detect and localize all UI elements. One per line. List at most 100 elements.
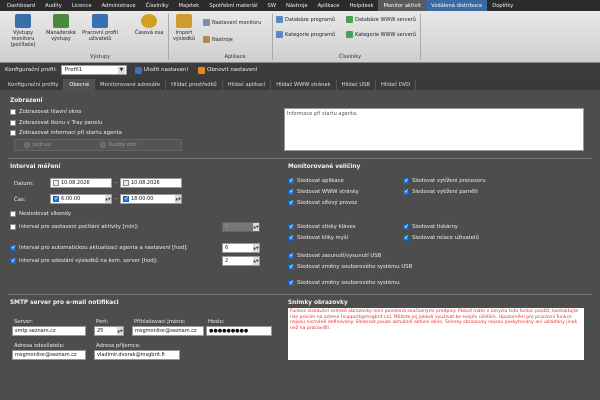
smtp-server-input[interactable]: smtp.seznam.cz [12, 326, 86, 336]
range-dash: – [115, 180, 118, 186]
menu-tab-13[interactable]: Doplňky [487, 0, 518, 11]
interval-section-title: Interval měření [10, 164, 61, 170]
menu-tab-1[interactable]: Audity [40, 0, 67, 11]
menu-tab-5[interactable]: Majetek [174, 0, 205, 11]
ribbon-button-work-profile[interactable]: Pracovní profil uživatelů [80, 14, 120, 42]
ribbon-separator [272, 14, 273, 60]
menu-tab-10[interactable]: Helpdesk [344, 0, 378, 11]
time-to-input[interactable]: 18:00:00▲▼ [120, 194, 182, 204]
menu-tab-2[interactable]: Licence [67, 0, 97, 11]
monitor-usb-filesystem-checkbox[interactable]: Sledovat změny souborového systému USB [288, 263, 412, 270]
settings-tab-1[interactable]: Obecné [64, 79, 96, 90]
settings-tab-2[interactable]: Monitorované adresáře [95, 79, 167, 90]
settings-tab-4[interactable]: Hlídač aplikací [223, 79, 272, 90]
send-results-interval-checkbox[interactable]: Interval pro odeslání výsledků na kom. s… [10, 257, 158, 264]
chevron-down-icon: ▼ [117, 67, 125, 74]
skip-weekends-checkbox[interactable]: Nesledovat víkendy [10, 211, 71, 217]
tools-button[interactable]: Nástroje [203, 36, 233, 43]
monitor-settings-button[interactable]: Nastavení monitoru [203, 19, 261, 26]
time-label: Čas: [14, 197, 26, 203]
recipient-address-label: Adresa příjemce: [96, 343, 141, 349]
ribbon-button-manager-outputs[interactable]: Manažerské výstupy [44, 14, 78, 42]
folder-icon [176, 14, 192, 28]
date-label: Datum: [14, 181, 34, 187]
settings-tab-7[interactable]: Hlídač DVD [376, 79, 417, 90]
smtp-password-input[interactable]: ●●●●●●●●● [206, 326, 272, 336]
menu-tab-8[interactable]: Nástroje [281, 0, 313, 11]
startup-info-textarea[interactable]: Informace při startu agenta: [284, 108, 584, 151]
divider [8, 158, 592, 159]
menu-tab-0[interactable]: Dashboard [2, 0, 40, 11]
monitor-keystrokes-checkbox[interactable]: Sledovat stisky kláves [288, 223, 356, 230]
send-results-interval-input[interactable]: 2 ▲▼ [222, 256, 260, 266]
range-dash: – [115, 196, 118, 202]
www-db-button[interactable]: Databáze WWW serverů [346, 16, 416, 23]
sender-address-input[interactable]: msgmonitor@seznam.cz [12, 350, 86, 360]
show-tray-icon-checkbox[interactable]: Zobrazovat ikonu v Tray panelu [10, 120, 102, 126]
radio-once[interactable]: Jednou [24, 142, 51, 148]
screenshots-section-title: Snímky obrazovky [288, 300, 348, 306]
inactivity-interval-input[interactable]: 0 ▲▼ [222, 222, 260, 232]
ribbon: Výstupy monitoru (počítače) Manažerské v… [0, 11, 600, 63]
settings-content: Zobrazení Zobrazovat hlavní okno Zobrazo… [0, 90, 600, 400]
globe-icon [346, 31, 353, 38]
gear-icon [203, 19, 210, 26]
settings-tab-3[interactable]: Hlídač prostředků [166, 79, 223, 90]
monitor-printers-checkbox[interactable]: Sledovat tiskárny [403, 223, 458, 230]
smtp-port-label: Port: [96, 319, 109, 325]
smtp-section-title: SMTP server pro e-mail notifikaci [10, 300, 119, 306]
settings-tab-5[interactable]: Hlídač WWW stránek [271, 79, 337, 90]
refresh-settings-button[interactable]: Obnovit nastavení [198, 66, 257, 74]
monitor-filesystem-checkbox[interactable]: Sledovat změny souborového systému [288, 279, 400, 286]
database-icon [276, 16, 283, 23]
monitor-sessions-checkbox[interactable]: Sledovat relace uživatelů [403, 234, 479, 241]
autoupdate-interval-input[interactable]: 6 ▲▼ [222, 243, 260, 253]
divider [8, 294, 592, 295]
monitor-memory-checkbox[interactable]: Sledovat vytížení paměti [403, 188, 478, 195]
inactivity-interval-checkbox[interactable]: Interval pro zastavení počítání aktivity… [10, 224, 138, 230]
ribbon-button-import[interactable]: Import výsledků [170, 14, 198, 42]
smtp-port-input[interactable]: 25 ▲▼ [94, 326, 124, 336]
www-categories-button[interactable]: Kategorie WWW serverů [346, 31, 416, 38]
users-icon [92, 14, 108, 28]
recipient-address-input[interactable]: vladimir.dvorak@msgbrit.fi [94, 350, 180, 360]
date-to-input[interactable]: 10.08.2026 [120, 178, 182, 188]
show-startup-info-checkbox[interactable]: Zobrazovat informaci při startu agenta [10, 130, 122, 136]
ribbon-button-timeline[interactable]: Časová osa [134, 14, 164, 36]
show-main-window-checkbox[interactable]: Zobrazovat hlavní okno [10, 109, 81, 115]
save-settings-button[interactable]: Uložit nastavení [134, 66, 188, 74]
menu-tab-6[interactable]: Spotřební materiál [204, 0, 262, 11]
tab-strip: Konfigurační profily Obecné Monitorované a… [0, 77, 600, 90]
program-db-button[interactable]: Databáze programů [276, 16, 335, 23]
date-from-input[interactable]: 10.08.2026 [50, 178, 112, 188]
monitor-www-checkbox[interactable]: Sledovat WWW stránky [288, 188, 359, 195]
menu-tab-9[interactable]: Aplikace [313, 0, 345, 11]
config-profile-label: Konfigurační profil: [5, 67, 57, 73]
smtp-password-label: Heslo: [208, 319, 225, 325]
monitor-apps-checkbox[interactable]: Sledovat aplikace [288, 177, 344, 184]
settings-tab-6[interactable]: Hlídač USB [337, 79, 376, 90]
menu-tab-3[interactable]: Administrace [97, 0, 141, 11]
menu-tab-7[interactable]: SW [263, 0, 281, 11]
monitor-network-checkbox[interactable]: Sledovat síťový provoz [288, 199, 357, 206]
program-categories-button[interactable]: Kategorie programů [276, 31, 335, 38]
radio-daily[interactable]: Každý den [100, 142, 137, 148]
menu-tab-4[interactable]: Číselníky [141, 0, 174, 11]
smtp-login-input[interactable]: msgmonitor@seznam.cz [132, 326, 204, 336]
menu-tab-11[interactable]: Monitor aktivit [378, 0, 427, 11]
settings-tab-0[interactable]: Konfigurační profily [3, 79, 65, 90]
monitor-mouse-clicks-checkbox[interactable]: Sledovat kliky myší [288, 234, 348, 241]
ribbon-separator [168, 14, 169, 60]
time-from-input[interactable]: 6:00:00▲▼ [50, 194, 112, 204]
monitor-icon [15, 14, 31, 28]
autoupdate-interval-checkbox[interactable]: Interval pro automatickou aktualizaci ag… [10, 244, 188, 251]
sender-address-label: Adresa odesílatele: [14, 343, 65, 349]
ribbon-separator [420, 14, 421, 60]
menu-tab-12[interactable]: Vzdálená distribuce [426, 0, 488, 11]
monitor-usb-plug-checkbox[interactable]: Sledovat zasunutí/vysunutí USB [288, 252, 381, 259]
profile-select[interactable]: Profil1 ▼ [60, 65, 127, 75]
save-icon [134, 66, 142, 74]
ribbon-button-monitor-outputs[interactable]: Výstupy monitoru (počítače) [4, 14, 42, 48]
screenshots-notice: Funkce získávání snímků obrazovky není p… [288, 308, 584, 360]
monitor-cpu-checkbox[interactable]: Sledovat vytížení procesoru [403, 177, 486, 184]
